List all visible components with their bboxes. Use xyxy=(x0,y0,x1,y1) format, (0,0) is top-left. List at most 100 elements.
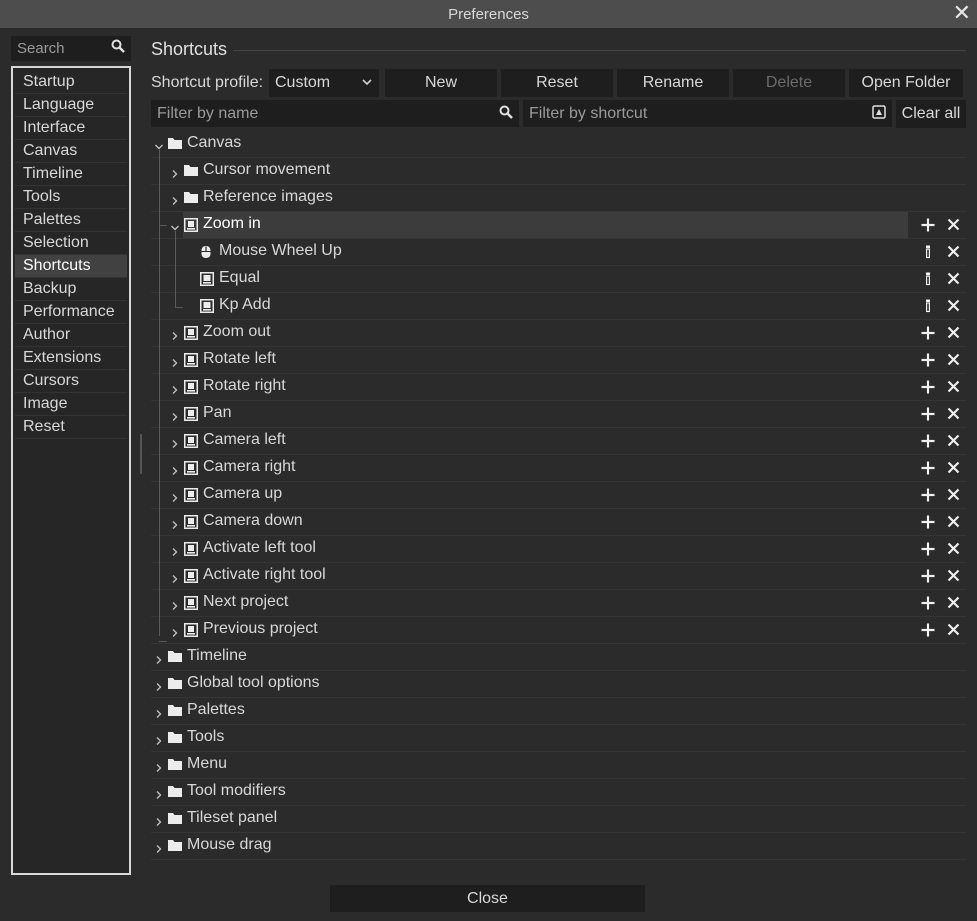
add-shortcut-icon[interactable] xyxy=(921,542,935,561)
add-shortcut-icon[interactable] xyxy=(921,623,935,642)
rename-profile-button[interactable]: Rename xyxy=(617,69,729,97)
tree-row[interactable]: Rotate left xyxy=(151,347,966,374)
tree-row[interactable]: Pan xyxy=(151,401,966,428)
tree-row[interactable]: Camera up xyxy=(151,482,966,509)
chevron-right-icon[interactable] xyxy=(170,490,180,508)
filter-by-name-input[interactable]: Filter by name xyxy=(151,100,519,127)
tree-row[interactable]: Reference images xyxy=(151,185,966,212)
chevron-right-icon[interactable] xyxy=(154,706,164,724)
reset-profile-button[interactable]: Reset xyxy=(501,69,613,97)
tree-row[interactable]: Rotate right xyxy=(151,374,966,401)
tree-row[interactable]: Tool modifiers xyxy=(151,779,966,806)
sidebar-item-backup[interactable]: Backup xyxy=(15,278,127,301)
edit-event-icon[interactable] xyxy=(924,245,932,264)
clear-shortcut-icon[interactable] xyxy=(947,623,960,641)
chevron-right-icon[interactable] xyxy=(170,328,180,346)
sidebar-item-palettes[interactable]: Palettes xyxy=(15,209,127,232)
sidebar-item-language[interactable]: Language xyxy=(15,94,127,117)
chevron-right-icon[interactable] xyxy=(170,517,180,535)
sidebar-item-selection[interactable]: Selection xyxy=(15,232,127,255)
add-shortcut-icon[interactable] xyxy=(921,461,935,480)
add-shortcut-icon[interactable] xyxy=(921,569,935,588)
edit-event-icon[interactable] xyxy=(924,299,932,318)
sidebar-search-input[interactable]: Search xyxy=(11,36,131,61)
sidebar-item-performance[interactable]: Performance xyxy=(15,301,127,324)
chevron-right-icon[interactable] xyxy=(154,652,164,670)
tree-row[interactable]: Tools xyxy=(151,725,966,752)
clear-shortcut-icon[interactable] xyxy=(947,596,960,614)
clear-shortcut-icon[interactable] xyxy=(947,353,960,371)
chevron-right-icon[interactable] xyxy=(170,193,180,211)
add-shortcut-icon[interactable] xyxy=(921,515,935,534)
chevron-right-icon[interactable] xyxy=(154,814,164,832)
tree-row[interactable]: Canvas xyxy=(151,131,966,158)
chevron-right-icon[interactable] xyxy=(170,463,180,481)
chevron-right-icon[interactable] xyxy=(154,787,164,805)
tree-row[interactable]: Palettes xyxy=(151,698,966,725)
tree-row[interactable]: Mouse drag xyxy=(151,833,966,860)
sidebar-item-shortcuts[interactable]: Shortcuts xyxy=(15,255,127,278)
sidebar-item-startup[interactable]: Startup xyxy=(15,71,127,94)
remove-event-icon[interactable] xyxy=(947,299,960,317)
tree-row[interactable]: Timeline xyxy=(151,644,966,671)
chevron-right-icon[interactable] xyxy=(170,436,180,454)
open-folder-button[interactable]: Open Folder xyxy=(849,69,963,97)
chevron-right-icon[interactable] xyxy=(154,679,164,697)
add-shortcut-icon[interactable] xyxy=(921,326,935,345)
chevron-right-icon[interactable] xyxy=(154,760,164,778)
tree-row[interactable]: Equal xyxy=(151,266,966,293)
clear-shortcut-icon[interactable] xyxy=(947,434,960,452)
clear-shortcut-icon[interactable] xyxy=(947,326,960,344)
add-shortcut-icon[interactable] xyxy=(921,596,935,615)
clear-shortcut-icon[interactable] xyxy=(947,515,960,533)
clear-shortcut-icon[interactable] xyxy=(947,380,960,398)
clear-all-button[interactable]: Clear all xyxy=(896,99,966,128)
close-button[interactable]: Close xyxy=(330,885,645,912)
tree-row[interactable]: Kp Add xyxy=(151,293,966,320)
chevron-right-icon[interactable] xyxy=(170,598,180,616)
remove-event-icon[interactable] xyxy=(947,272,960,290)
sidebar-item-cursors[interactable]: Cursors xyxy=(15,370,127,393)
sidebar-item-tools[interactable]: Tools xyxy=(15,186,127,209)
add-shortcut-icon[interactable] xyxy=(921,218,935,237)
tree-row[interactable]: Next project xyxy=(151,590,966,617)
sidebar-item-reset[interactable]: Reset xyxy=(15,416,127,439)
add-shortcut-icon[interactable] xyxy=(921,407,935,426)
new-profile-button[interactable]: New xyxy=(385,69,497,97)
clear-shortcut-icon[interactable] xyxy=(947,569,960,587)
tree-row[interactable]: Tileset panel xyxy=(151,806,966,833)
tree-row[interactable]: Zoom out xyxy=(151,320,966,347)
chevron-right-icon[interactable] xyxy=(154,733,164,751)
sidebar-item-canvas[interactable]: Canvas xyxy=(15,140,127,163)
add-shortcut-icon[interactable] xyxy=(921,353,935,372)
tree-row[interactable]: Global tool options xyxy=(151,671,966,698)
sidebar-item-interface[interactable]: Interface xyxy=(15,117,127,140)
tree-row[interactable]: Zoom in xyxy=(151,212,966,239)
clear-shortcut-icon[interactable] xyxy=(947,461,960,479)
add-shortcut-icon[interactable] xyxy=(921,488,935,507)
chevron-right-icon[interactable] xyxy=(154,841,164,859)
pane-splitter[interactable] xyxy=(140,434,142,474)
clear-shortcut-icon[interactable] xyxy=(947,407,960,425)
sidebar-item-timeline[interactable]: Timeline xyxy=(15,163,127,186)
chevron-right-icon[interactable] xyxy=(170,355,180,373)
chevron-right-icon[interactable] xyxy=(170,409,180,427)
chevron-right-icon[interactable] xyxy=(170,625,180,643)
profile-select[interactable]: Custom xyxy=(269,69,379,97)
tree-row[interactable]: Menu xyxy=(151,752,966,779)
filter-by-shortcut-input[interactable]: Filter by shortcut xyxy=(523,100,892,127)
tree-row[interactable]: Cursor movement xyxy=(151,158,966,185)
tree-row[interactable]: Activate right tool xyxy=(151,563,966,590)
remove-event-icon[interactable] xyxy=(947,245,960,263)
tree-row[interactable]: Activate left tool xyxy=(151,536,966,563)
sidebar-item-image[interactable]: Image xyxy=(15,393,127,416)
tree-row[interactable]: Camera left xyxy=(151,428,966,455)
chevron-right-icon[interactable] xyxy=(170,571,180,589)
delete-profile-button[interactable]: Delete xyxy=(733,69,845,97)
add-shortcut-icon[interactable] xyxy=(921,434,935,453)
sidebar-item-extensions[interactable]: Extensions xyxy=(15,347,127,370)
sidebar-item-author[interactable]: Author xyxy=(15,324,127,347)
add-shortcut-icon[interactable] xyxy=(921,380,935,399)
chevron-right-icon[interactable] xyxy=(170,544,180,562)
tree-row[interactable]: Previous project xyxy=(151,617,966,644)
